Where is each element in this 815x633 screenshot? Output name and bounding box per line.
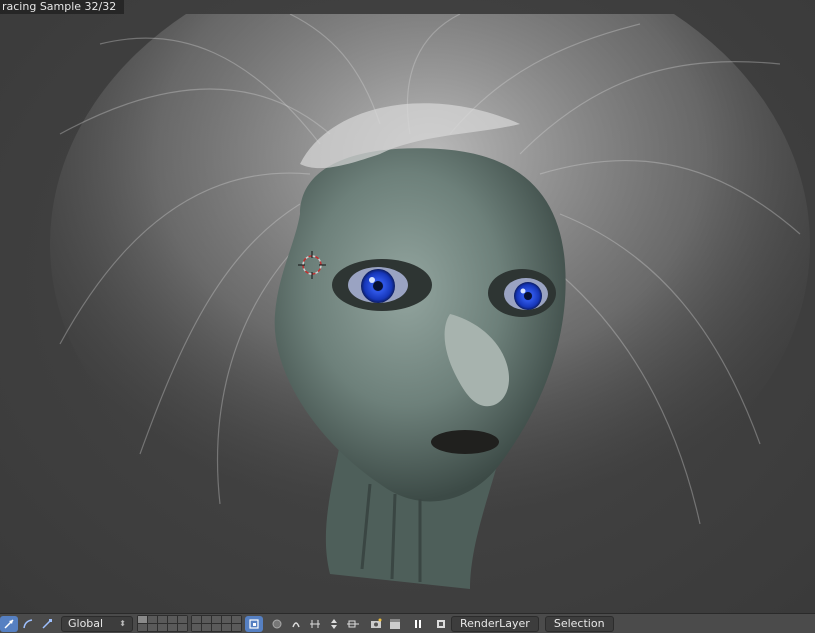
updown-arrow-icon: ⬍: [119, 619, 126, 628]
layer-cell[interactable]: [158, 624, 167, 631]
layer-cell[interactable]: [178, 616, 187, 623]
3d-viewport[interactable]: racing Sample 32/32: [0, 0, 815, 613]
pause-icon[interactable]: [409, 616, 427, 632]
snap-target-icon[interactable]: [306, 616, 324, 632]
layer-cell[interactable]: [222, 624, 231, 631]
layer-cell[interactable]: [212, 624, 221, 631]
layer-cell[interactable]: [192, 616, 201, 623]
layer-block-1[interactable]: [137, 615, 188, 632]
layer-lock-icon[interactable]: [245, 615, 263, 632]
layer-cell[interactable]: [148, 616, 157, 623]
render-status-text: racing Sample 32/32: [0, 0, 125, 14]
layer-cell[interactable]: [212, 616, 221, 623]
snap-align-icon[interactable]: [325, 616, 343, 632]
viewport-header-bar: Global ⬍ RenderLayer Selection: [0, 613, 815, 633]
transform-orientation-dropdown[interactable]: Global ⬍: [61, 615, 133, 632]
renderlayer-button[interactable]: RenderLayer: [451, 615, 539, 632]
layer-cell[interactable]: [138, 624, 147, 631]
renderlayer-icon[interactable]: [432, 616, 450, 632]
proportional-edit-icon[interactable]: [268, 616, 286, 632]
layer-cell[interactable]: [178, 624, 187, 631]
layer-cell[interactable]: [148, 624, 157, 631]
layer-cell[interactable]: [192, 624, 201, 631]
layer-block-2[interactable]: [191, 615, 242, 632]
transform-orientation-label: Global: [68, 617, 104, 630]
layer-cell[interactable]: [138, 616, 147, 623]
layer-cell[interactable]: [168, 624, 177, 631]
layer-cell[interactable]: [232, 624, 241, 631]
layer-cell[interactable]: [202, 624, 211, 631]
layer-buttons[interactable]: [137, 615, 245, 632]
layer-cell[interactable]: [158, 616, 167, 623]
scale-icon[interactable]: [38, 616, 56, 632]
manipulator-icon[interactable]: [0, 615, 18, 632]
snap-element-icon[interactable]: [344, 616, 362, 632]
snap-icon[interactable]: [287, 616, 305, 632]
selection-label: Selection: [553, 617, 605, 630]
render-image: [50, 14, 810, 589]
camera-render-icon[interactable]: [367, 616, 385, 632]
selection-button[interactable]: Selection: [544, 615, 614, 632]
layer-cell[interactable]: [202, 616, 211, 623]
layer-cell[interactable]: [232, 616, 241, 623]
layer-cell[interactable]: [222, 616, 231, 623]
renderlayer-label: RenderLayer: [460, 617, 530, 630]
clapper-icon[interactable]: [386, 616, 404, 632]
layer-cell[interactable]: [168, 616, 177, 623]
rotate-icon[interactable]: [19, 616, 37, 632]
